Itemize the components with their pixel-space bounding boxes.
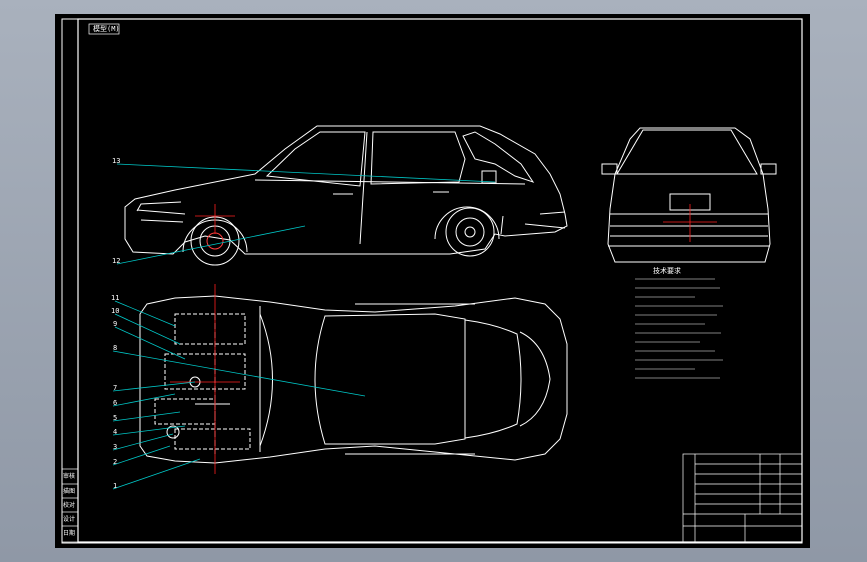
car-top-view bbox=[139, 295, 568, 464]
stamp-label-design: 设计 bbox=[63, 516, 76, 523]
drawing-sheet: 模型(M) 13 12 11 10 9 8 7 6 5 4 3 2 1 审核 描… bbox=[55, 14, 810, 548]
tech-requirements-lines bbox=[635, 278, 723, 379]
callout-3: 3 bbox=[113, 443, 118, 451]
callout-2: 2 bbox=[113, 458, 118, 466]
car-side-view bbox=[124, 125, 568, 266]
stamp-label-review: 审核 bbox=[63, 473, 76, 480]
stamp-label-date: 日期 bbox=[63, 530, 76, 537]
callout-1: 1 bbox=[113, 482, 118, 490]
callout-7: 7 bbox=[113, 384, 118, 392]
stamp-label-check: 校对 bbox=[63, 502, 76, 509]
cad-viewport[interactable]: 模型(M) 13 12 11 10 9 8 7 6 5 4 3 2 1 审核 描… bbox=[0, 0, 867, 562]
title-block bbox=[682, 453, 803, 543]
stamp-label-trace: 描图 bbox=[63, 488, 76, 495]
tech-requirements-title: 技术要求 bbox=[653, 267, 681, 275]
callout-13: 13 bbox=[112, 157, 121, 165]
drawing-canvas bbox=[61, 18, 803, 544]
callout-12: 12 bbox=[112, 257, 121, 265]
callout-5: 5 bbox=[113, 414, 118, 422]
car-rear-view bbox=[601, 127, 777, 263]
outer-frame bbox=[61, 18, 803, 544]
model-tab-label[interactable]: 模型(M) bbox=[93, 24, 120, 34]
callout-11: 11 bbox=[111, 294, 120, 302]
callout-10: 10 bbox=[111, 307, 120, 315]
callout-9: 9 bbox=[113, 320, 118, 328]
callout-8: 8 bbox=[113, 344, 118, 352]
callout-6: 6 bbox=[113, 399, 118, 407]
callout-4: 4 bbox=[113, 428, 118, 436]
